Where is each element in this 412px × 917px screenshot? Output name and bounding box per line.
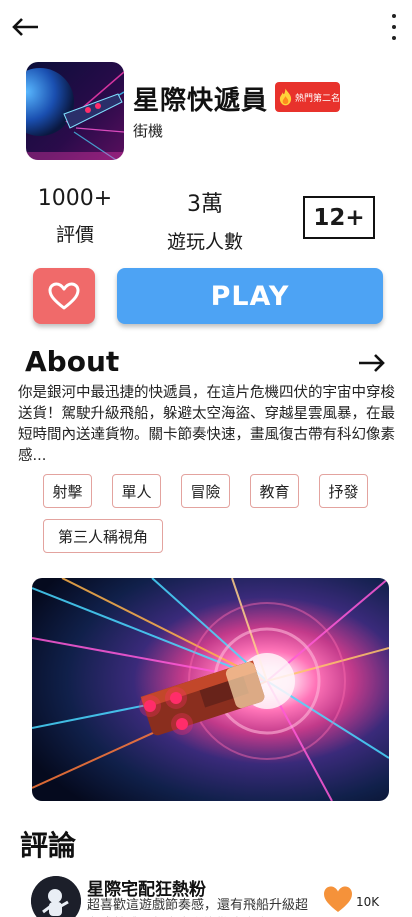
tag-expression[interactable]: 抒發 bbox=[319, 474, 368, 508]
tag-shooting[interactable]: 射擊 bbox=[43, 474, 92, 508]
tag-third-person[interactable]: 第三人稱視角 bbox=[43, 519, 163, 553]
age-rating-badge: 12+ bbox=[303, 196, 375, 239]
favorite-button[interactable] bbox=[33, 268, 95, 324]
about-more-button[interactable] bbox=[356, 350, 386, 376]
game-screenshot[interactable] bbox=[32, 578, 389, 801]
app-title: 星際快遞員 bbox=[133, 86, 269, 116]
back-button[interactable] bbox=[10, 12, 42, 42]
avatar[interactable] bbox=[31, 876, 81, 917]
tag-single-player[interactable]: 單人 bbox=[112, 474, 161, 508]
top-bar bbox=[0, 0, 412, 56]
more-options-button[interactable] bbox=[388, 14, 400, 40]
flame-icon bbox=[279, 88, 292, 106]
about-heading: About bbox=[25, 345, 120, 378]
arrow-left-icon bbox=[12, 18, 38, 36]
reviews-stat: 1000+ 評價 bbox=[36, 186, 114, 247]
heart-outline-icon bbox=[48, 282, 80, 310]
reviews-label: 評價 bbox=[55, 224, 94, 246]
more-vertical-icon bbox=[392, 14, 396, 18]
app-icon bbox=[26, 62, 124, 160]
players-count: 3萬 bbox=[187, 192, 223, 217]
players-label: 遊玩人數 bbox=[166, 231, 243, 253]
heart-filled-icon bbox=[324, 886, 352, 912]
arrow-right-icon bbox=[359, 354, 385, 372]
review-text: 超喜歡這遊戲節奏感，還有飛船升級超有成就感，但太空海盜難度太高了！ bbox=[87, 898, 309, 913]
players-stat: 3萬 遊玩人數 bbox=[160, 186, 250, 254]
hot-badge-label: 熱門第二名 bbox=[294, 93, 340, 104]
tag-adventure[interactable]: 冒險 bbox=[181, 474, 230, 508]
about-description: 你是銀河中最迅捷的快遞員，在這片危機四伏的宇宙中穿梭送貨！駕駛升級飛船，躲避太空… bbox=[18, 385, 395, 464]
hot-rank-badge: 熱門第二名 bbox=[275, 82, 340, 112]
like-count: 10K bbox=[356, 895, 380, 909]
app-category: 街機 bbox=[133, 122, 164, 140]
reviews-count: 1000+ bbox=[37, 186, 113, 211]
like-button[interactable] bbox=[322, 884, 354, 914]
play-button[interactable]: PLAY bbox=[117, 268, 383, 324]
tag-education[interactable]: 教育 bbox=[250, 474, 299, 508]
reviews-heading: 評論 bbox=[20, 829, 77, 862]
